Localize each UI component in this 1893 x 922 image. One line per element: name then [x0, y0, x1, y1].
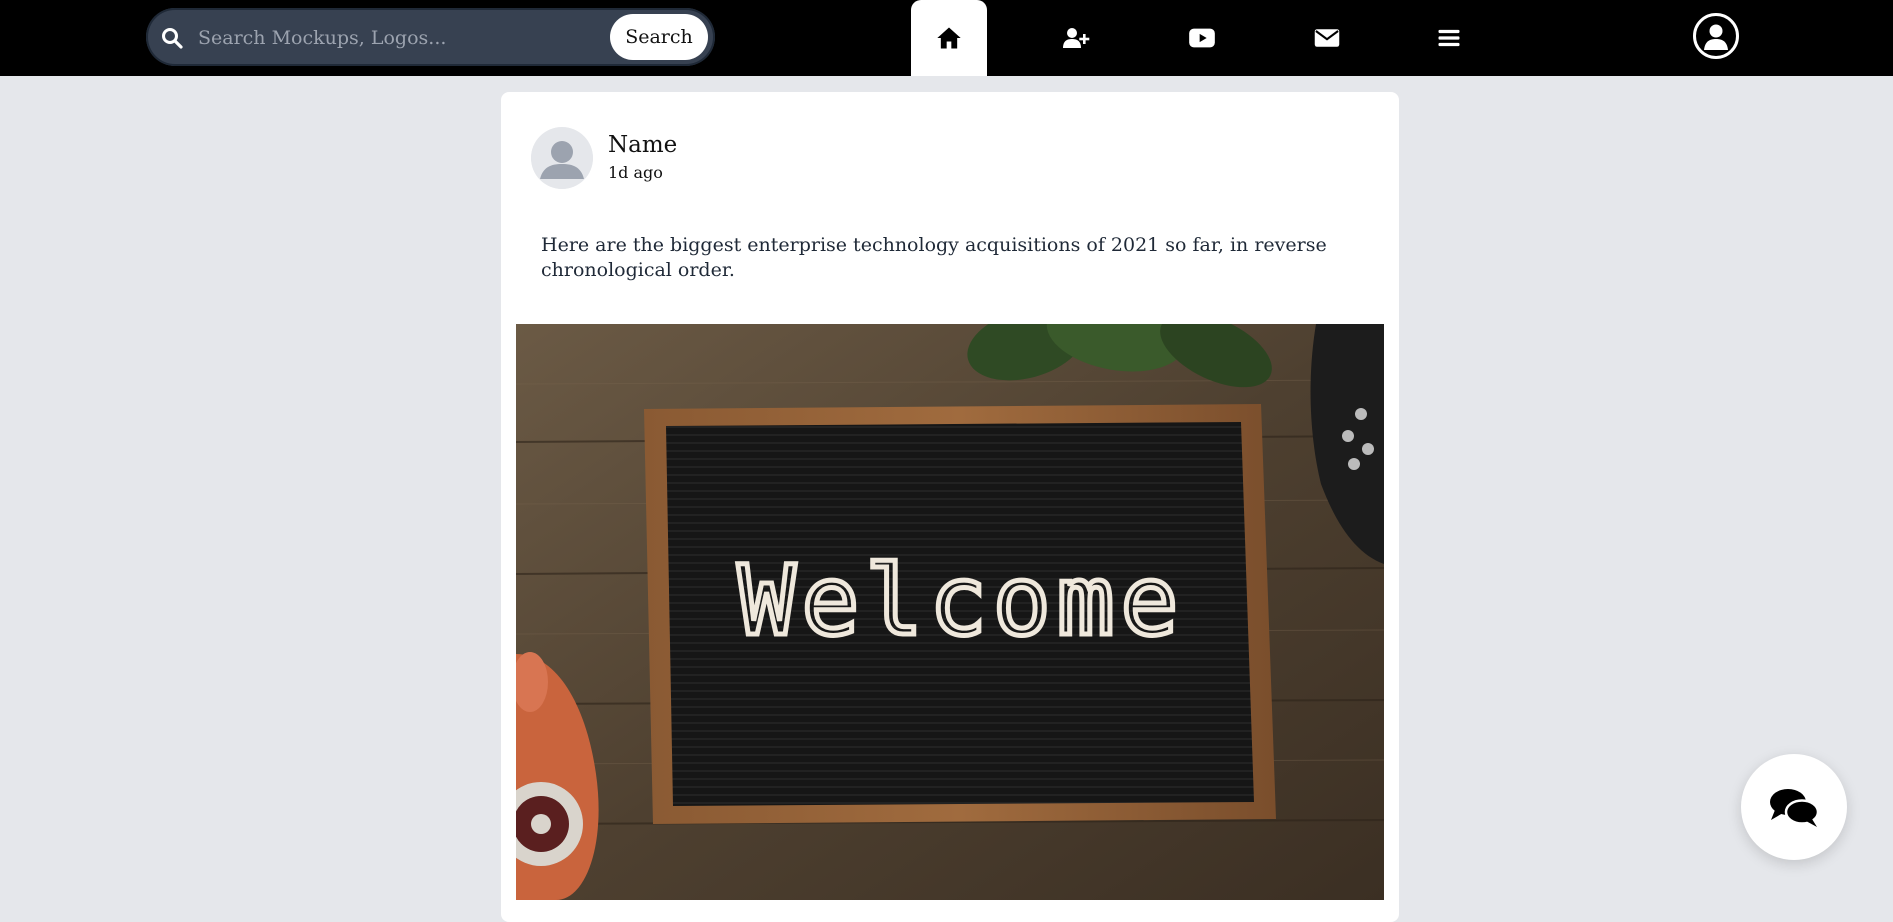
search-bar: Search	[146, 8, 750, 66]
chat-icon	[1770, 789, 1820, 827]
tab-menu[interactable]	[1411, 0, 1487, 76]
welcome-letterboard-image: Welcome	[516, 324, 1384, 900]
author-name[interactable]: Name	[608, 132, 677, 158]
search-icon	[162, 28, 183, 49]
post-text: Here are the biggest enterprise technolo…	[541, 234, 1327, 281]
tab-friends[interactable]	[1038, 0, 1114, 76]
home-icon	[937, 27, 961, 49]
youtube-icon	[1189, 28, 1215, 48]
post-card: Name 1d ago Here are the biggest enterpr…	[501, 92, 1399, 922]
tab-videos[interactable]	[1164, 0, 1240, 76]
profile-button[interactable]	[1693, 13, 1739, 59]
envelope-icon	[1314, 29, 1340, 47]
top-navigation-bar: Search	[0, 0, 1893, 76]
user-circle-icon	[1704, 24, 1728, 50]
avatar[interactable]	[531, 127, 593, 189]
tab-messages[interactable]	[1289, 0, 1365, 76]
post-timestamp: 1d ago	[608, 163, 663, 182]
search-button[interactable]: Search	[610, 14, 708, 60]
chat-button[interactable]	[1741, 754, 1847, 860]
user-plus-icon	[1063, 28, 1090, 48]
tab-home[interactable]	[911, 0, 987, 76]
welcome-text: Welcome	[738, 545, 1185, 657]
menu-icon	[1438, 29, 1460, 47]
post-image[interactable]: Welcome	[516, 324, 1384, 900]
default-avatar-icon	[531, 127, 593, 189]
